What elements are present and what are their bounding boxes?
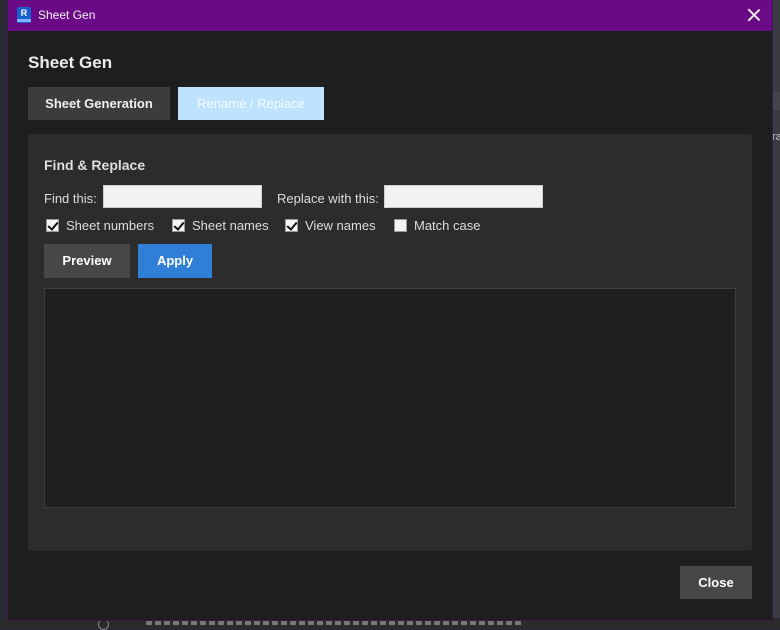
replace-input[interactable] <box>384 185 543 208</box>
section-title: Find & Replace <box>44 157 146 173</box>
find-label: Find this: <box>44 191 97 206</box>
background-edge-text: ra <box>772 131 780 143</box>
tab-sheet-generation[interactable]: Sheet Generation <box>28 87 170 120</box>
checkbox-label: Sheet names <box>192 218 269 233</box>
checkbox-label: View names <box>305 218 376 233</box>
background-app-edge <box>772 0 780 628</box>
sheet-gen-dialog: R Sheet Gen Sheet Gen Sheet Generation R… <box>8 0 772 620</box>
close-icon[interactable] <box>746 7 762 23</box>
dialog-heading: Sheet Gen <box>28 53 113 72</box>
revit-app-icon: R <box>17 7 31 23</box>
background-circle-mark <box>98 619 109 630</box>
checkbox-box[interactable] <box>172 219 185 232</box>
preview-button[interactable]: Preview <box>44 244 130 278</box>
preview-output-area[interactable] <box>44 288 736 508</box>
close-button[interactable]: Close <box>680 566 752 599</box>
title-bar[interactable]: R Sheet Gen <box>8 0 772 31</box>
window-title: Sheet Gen <box>38 8 96 22</box>
background-dash-line <box>146 621 522 625</box>
checkbox-box[interactable] <box>285 219 298 232</box>
checkbox-label: Sheet numbers <box>66 218 155 233</box>
tab-rename-replace[interactable]: Rename / Replace <box>178 87 324 120</box>
checkbox-box[interactable] <box>46 219 59 232</box>
checkbox-box[interactable] <box>394 219 407 232</box>
find-input[interactable] <box>103 185 262 208</box>
background-toolbar-band <box>772 92 780 110</box>
find-replace-panel: Find & Replace Find this: Replace with t… <box>28 134 752 551</box>
replace-label: Replace with this: <box>277 191 379 206</box>
checkbox-label: Match case <box>414 218 481 233</box>
apply-button[interactable]: Apply <box>138 244 212 278</box>
